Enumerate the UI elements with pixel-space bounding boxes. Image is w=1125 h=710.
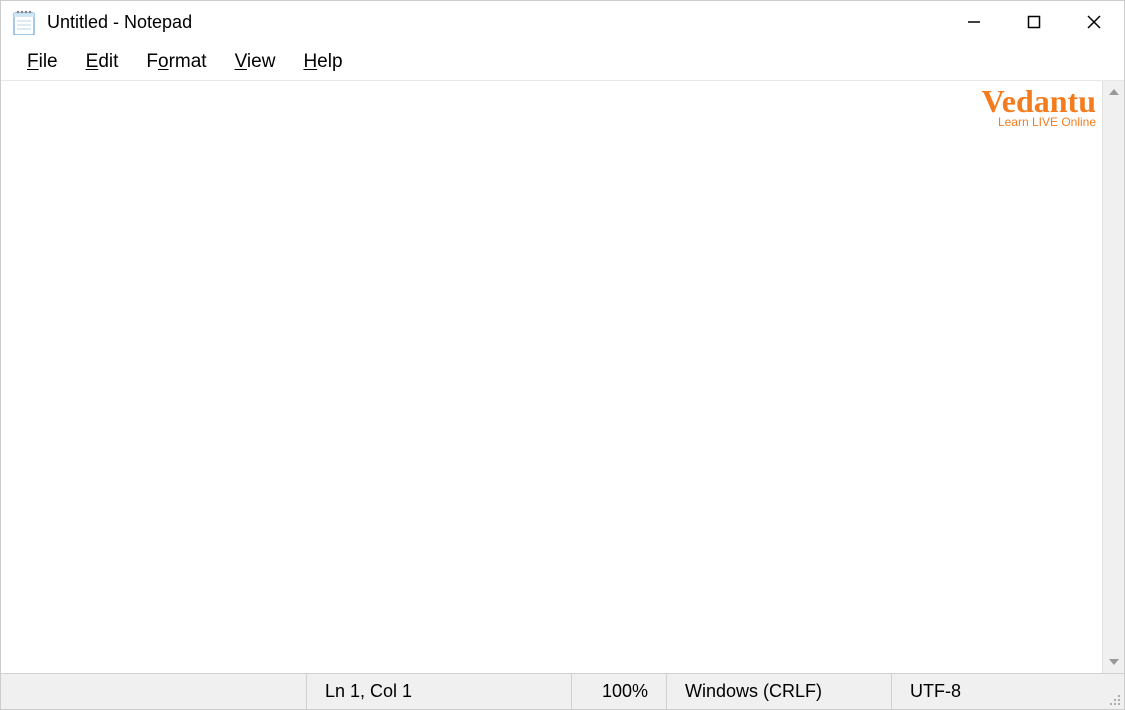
status-line-ending: Windows (CRLF) [667, 674, 892, 709]
status-zoom: 100% [572, 674, 667, 709]
window-title: Untitled - Notepad [47, 12, 192, 33]
scroll-up-icon[interactable] [1103, 81, 1125, 103]
notepad-app-icon [11, 9, 37, 35]
status-cursor-position: Ln 1, Col 1 [307, 674, 572, 709]
text-editor[interactable] [1, 81, 1102, 673]
close-button[interactable] [1064, 1, 1124, 43]
menu-file[interactable]: File [13, 48, 72, 76]
menu-help[interactable]: Help [289, 48, 356, 76]
minimize-button[interactable] [944, 1, 1004, 43]
window-controls [944, 1, 1124, 43]
menu-view[interactable]: View [221, 48, 290, 76]
scroll-down-icon[interactable] [1103, 651, 1125, 673]
status-spacer [1, 674, 307, 709]
menu-edit[interactable]: Edit [72, 48, 133, 76]
editor-container [1, 81, 1124, 673]
statusbar: Ln 1, Col 1 100% Windows (CRLF) UTF-8 [1, 673, 1124, 709]
menubar: File Edit Format View Help [1, 43, 1124, 81]
vertical-scrollbar[interactable] [1102, 81, 1124, 673]
titlebar-left: Untitled - Notepad [11, 9, 192, 35]
status-encoding: UTF-8 [892, 674, 1102, 709]
menu-format[interactable]: Format [132, 48, 220, 76]
titlebar: Untitled - Notepad [1, 1, 1124, 43]
maximize-button[interactable] [1004, 1, 1064, 43]
resize-grip-icon[interactable] [1102, 674, 1124, 709]
